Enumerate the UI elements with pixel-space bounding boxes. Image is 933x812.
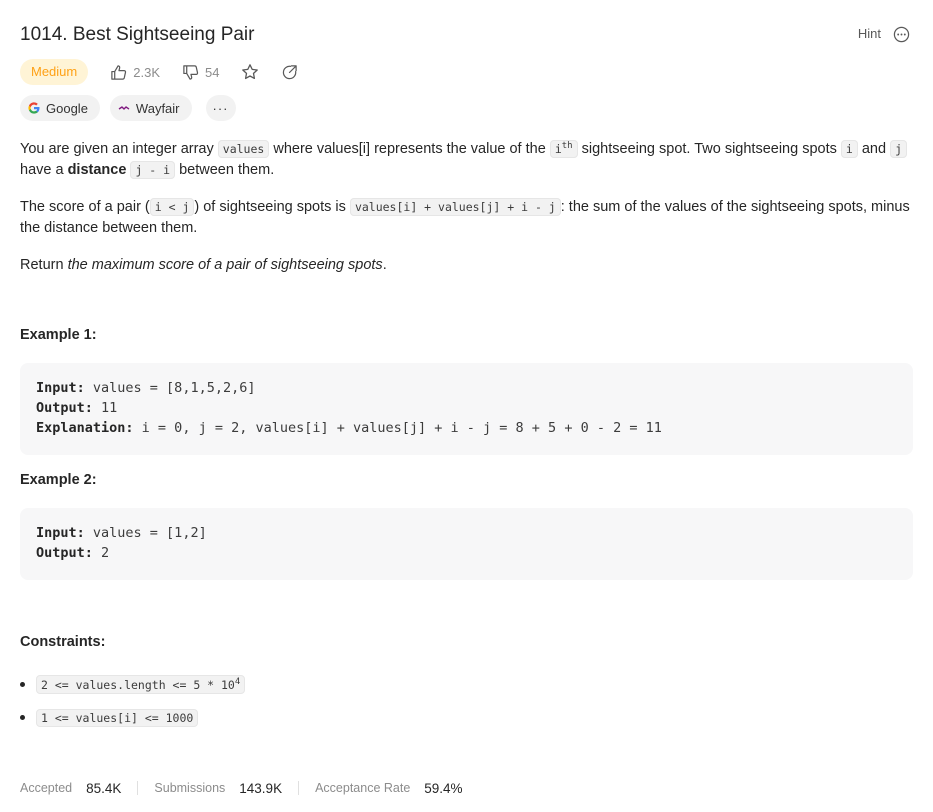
example-2-heading: Example 2:	[20, 472, 97, 488]
acceptance-rate-label: Acceptance Rate	[315, 781, 411, 795]
dislike-count: 54	[205, 64, 220, 80]
superscript: 4	[234, 677, 241, 688]
example-explanation-line: Explanation: i = 0, j = 2, values[i] + v…	[36, 418, 897, 438]
description-paragraph: You are given an integer array values wh…	[20, 136, 913, 181]
italic-text: the maximum score of a pair of sightseei…	[67, 256, 383, 273]
company-tag-google[interactable]: Google	[20, 95, 100, 121]
problem-title: 1014. Best Sightseeing Pair	[20, 24, 255, 45]
inline-code: 2 <= values.length <= 5 * 104	[36, 675, 246, 694]
more-options-icon[interactable]	[893, 26, 910, 43]
like-count: 2.3K	[133, 64, 160, 80]
thumbs-up-icon	[111, 64, 127, 80]
share-button[interactable]	[281, 64, 298, 81]
problem-description: You are given an integer array values wh…	[20, 136, 913, 292]
bold-text: distance	[67, 161, 127, 178]
google-logo-icon	[28, 102, 40, 114]
wayfair-logo-icon	[118, 102, 130, 114]
stats-bar: Accepted 85.4K Submissions 143.9K Accept…	[20, 778, 463, 798]
value: values = [8,1,5,2,6]	[84, 380, 256, 396]
difficulty-badge: Medium	[20, 59, 89, 85]
description-paragraph: Return the maximum score of a pair of si…	[20, 255, 913, 276]
submissions-label: Submissions	[154, 781, 226, 795]
example-output-line: Output: 2	[36, 543, 897, 563]
superscript: th	[561, 141, 573, 151]
inline-code: i	[840, 139, 858, 158]
inline-code: values	[217, 139, 270, 158]
submissions-value: 143.9K	[239, 780, 283, 796]
example-2-block: Input: values = [1,2] Output: 2	[20, 508, 913, 580]
text: Return	[20, 256, 68, 273]
text: sightseeing spot. Two sightseeing spots	[577, 140, 841, 157]
text: have a	[20, 161, 68, 178]
more-tags-button[interactable]: ···	[205, 95, 236, 121]
description-paragraph: The score of a pair (i < j) of sightseei…	[20, 197, 913, 239]
like-button[interactable]: 2.3K	[110, 64, 160, 81]
company-tag-wayfair[interactable]: Wayfair	[109, 95, 192, 121]
meta-row: Medium 2.3K 54	[20, 59, 298, 85]
company-tag-label: Wayfair	[135, 100, 180, 116]
value: 2	[92, 545, 110, 561]
value: i = 0, j = 2, values[i] + values[j] + i …	[133, 420, 662, 436]
acceptance-rate-value: 59.4%	[424, 780, 463, 796]
text: You are given an integer array	[20, 140, 218, 157]
text: i	[554, 141, 562, 156]
text: .	[382, 256, 387, 273]
title-row: 1014. Best Sightseeing Pair Hint	[20, 22, 913, 48]
inline-code: j	[890, 139, 908, 158]
share-icon	[283, 64, 298, 79]
hint-button[interactable]: Hint	[858, 25, 881, 43]
bullet	[20, 715, 25, 720]
example-1-heading: Example 1:	[20, 327, 97, 343]
label: Output:	[36, 545, 93, 561]
example-output-line: Output: 11	[36, 398, 897, 418]
constraints-heading: Constraints:	[20, 634, 106, 650]
bullet	[20, 682, 25, 687]
star-icon	[242, 64, 259, 80]
example-1-block: Input: values = [8,1,5,2,6] Output: 11 E…	[20, 363, 913, 455]
label: Input:	[36, 380, 85, 396]
thumbs-down-icon	[183, 64, 199, 80]
accepted-label: Accepted	[20, 781, 73, 795]
inline-code: 1 <= values[i] <= 1000	[36, 708, 199, 727]
value: values = [1,2]	[84, 525, 207, 541]
company-tag-label: Google	[46, 100, 88, 116]
list-item: 1 <= values[i] <= 1000	[20, 701, 245, 734]
text: where values[i] represents the value of …	[269, 140, 550, 157]
favorite-button[interactable]	[241, 63, 259, 81]
text: ) of sightseeing spots is	[194, 198, 350, 215]
divider	[298, 781, 300, 795]
divider	[137, 781, 139, 795]
label: Output:	[36, 400, 93, 416]
accepted-value: 85.4K	[86, 780, 122, 796]
constraints-list: 2 <= values.length <= 5 * 104 1 <= value…	[20, 668, 246, 734]
inline-code: i < j	[149, 197, 195, 216]
dislike-button[interactable]: 54	[182, 64, 219, 81]
label: Explanation:	[36, 420, 134, 436]
company-tags: Google Wayfair ···	[20, 95, 236, 121]
inline-code: values[i] + values[j] + i - j	[349, 197, 561, 216]
value: 11	[92, 400, 118, 416]
text: between them.	[175, 161, 275, 178]
inline-code: ith	[549, 139, 578, 158]
inline-code: j - i	[130, 160, 176, 179]
example-input-line: Input: values = [1,2]	[36, 523, 897, 543]
text: The score of a pair (	[20, 198, 150, 215]
list-item: 2 <= values.length <= 5 * 104	[20, 668, 246, 701]
label: Input:	[36, 525, 85, 541]
text: 2 <= values.length <= 5 * 10	[41, 677, 235, 692]
example-input-line: Input: values = [8,1,5,2,6]	[36, 378, 897, 398]
text: and	[857, 140, 891, 157]
